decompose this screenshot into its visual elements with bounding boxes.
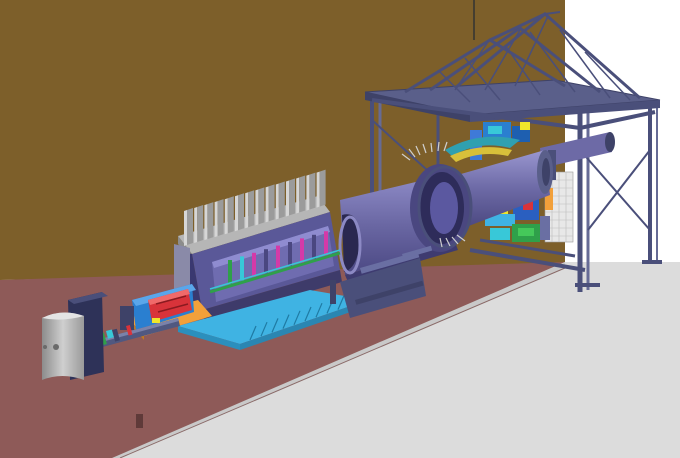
radiator-fin-shadow (299, 175, 306, 213)
radiator-fin (275, 183, 279, 220)
radiator-fin-shadow (289, 178, 295, 216)
radiator-fin-shadow (217, 199, 224, 237)
radiator-fin-shadow (278, 181, 285, 219)
radiator-fin (214, 201, 218, 238)
magnet-post (300, 238, 304, 263)
magnet-post (312, 234, 316, 259)
radiator-fin-shadow (319, 169, 326, 207)
radiator-fin (184, 210, 187, 246)
radiator-fin-shadow (197, 205, 204, 243)
radiator-fin (224, 198, 228, 235)
magnet-post (276, 245, 280, 270)
radiator-fin (255, 189, 259, 226)
radiator-fin (286, 180, 289, 217)
radiator-fin (316, 171, 320, 208)
radiator-fin-shadow (227, 196, 234, 234)
radiator-fin-shadow (309, 172, 316, 210)
radiator-fin (306, 174, 310, 211)
radiator-fin-shadow (238, 193, 244, 231)
radiator-fin (296, 177, 300, 214)
radiator-fin-shadow (207, 202, 214, 240)
radiator-fin (194, 207, 198, 244)
magnet-post (264, 249, 268, 274)
magnet-post (240, 256, 244, 281)
radiator-fin (204, 204, 208, 241)
radiator-fin-shadow (248, 190, 255, 228)
radiator-fin (265, 186, 269, 223)
magnet-post (228, 260, 232, 284)
magnet-post (252, 252, 256, 277)
radiator-fin-shadow (268, 184, 275, 222)
beamline-scene (0, 0, 680, 458)
radiator-fin-shadow (187, 208, 193, 245)
radiator-fin (245, 192, 249, 229)
magnet-post (324, 231, 328, 256)
magnet-post (288, 242, 292, 266)
radiator-fin (235, 195, 238, 232)
floor-marker (136, 414, 143, 428)
radiator-fin-shadow (258, 187, 265, 225)
